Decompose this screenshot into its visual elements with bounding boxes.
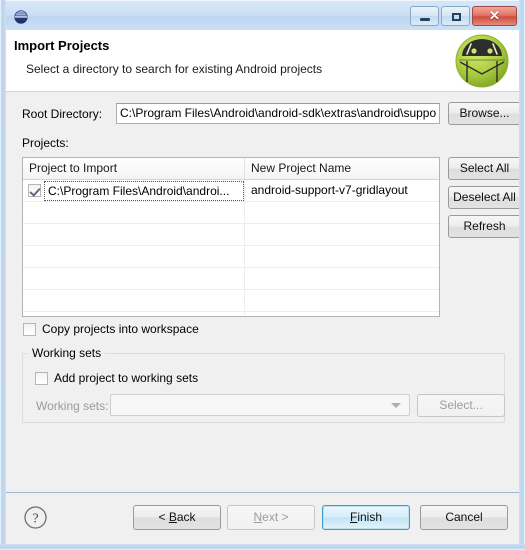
browse-button[interactable]: Browse... bbox=[448, 102, 521, 125]
maximize-button[interactable] bbox=[441, 6, 470, 26]
copy-projects-checkbox-row[interactable]: Copy projects into workspace bbox=[23, 322, 199, 336]
select-all-button[interactable]: Select All bbox=[448, 157, 521, 180]
title-bar[interactable]: ✕ bbox=[0, 0, 525, 31]
minimize-icon bbox=[420, 18, 430, 21]
copy-projects-label: Copy projects into workspace bbox=[42, 322, 199, 336]
cell-empty bbox=[245, 312, 439, 316]
close-button[interactable]: ✕ bbox=[472, 6, 517, 26]
page-subtitle: Select a directory to search for existin… bbox=[26, 62, 323, 76]
cell-empty bbox=[245, 268, 439, 289]
dialog-content: Root Directory: C:\Program Files\Android… bbox=[6, 92, 521, 492]
cell-project-to-import[interactable]: C:\Program Files\Android\androi... bbox=[23, 180, 245, 201]
table-row-empty[interactable] bbox=[23, 290, 439, 312]
cell-project-path-text: C:\Program Files\Android\androi... bbox=[44, 180, 244, 201]
minimize-button[interactable] bbox=[410, 6, 439, 26]
finish-button-mnemonic: F bbox=[349, 510, 358, 524]
window-controls: ✕ bbox=[410, 6, 517, 26]
root-directory-input[interactable]: C:\Program Files\Android\android-sdk\ext… bbox=[116, 103, 440, 124]
close-icon: ✕ bbox=[489, 8, 500, 23]
root-directory-label: Root Directory: bbox=[22, 107, 103, 121]
cell-empty bbox=[23, 202, 245, 223]
cell-empty bbox=[23, 312, 245, 316]
chevron-down-icon[interactable] bbox=[391, 403, 401, 408]
cancel-button[interactable]: Cancel bbox=[420, 505, 508, 530]
cell-empty bbox=[23, 246, 245, 267]
dialog-footer: ? < Back Next > Finish Cancel bbox=[6, 492, 519, 544]
cell-empty bbox=[245, 202, 439, 223]
next-button[interactable]: Next > bbox=[227, 505, 315, 530]
svg-text:?: ? bbox=[32, 512, 38, 527]
cell-empty bbox=[245, 224, 439, 245]
dialog-header: Import Projects Select a directory to se… bbox=[6, 30, 519, 92]
copy-projects-checkbox[interactable] bbox=[23, 322, 36, 336]
working-sets-label: Working sets: bbox=[36, 399, 109, 413]
projects-table[interactable]: Project to Import New Project Name C:\Pr… bbox=[22, 157, 440, 317]
page-title: Import Projects bbox=[14, 38, 110, 53]
add-project-to-working-sets-checkbox-row[interactable]: Add project to working sets bbox=[35, 371, 198, 385]
eclipse-globe-icon bbox=[13, 9, 29, 25]
refresh-button[interactable]: Refresh bbox=[448, 215, 521, 238]
android-robot-icon bbox=[453, 32, 511, 90]
deselect-all-button[interactable]: Deselect All bbox=[448, 186, 521, 209]
back-button-mnemonic: B bbox=[168, 510, 177, 524]
row-checkbox[interactable] bbox=[28, 184, 41, 197]
cell-empty bbox=[245, 246, 439, 267]
window-border-left bbox=[0, 0, 6, 550]
select-working-sets-button[interactable]: Select... bbox=[417, 394, 505, 417]
table-row[interactable]: C:\Program Files\Android\androi... andro… bbox=[23, 180, 439, 202]
table-row-empty[interactable] bbox=[23, 202, 439, 224]
column-header-new-project-name[interactable]: New Project Name bbox=[245, 158, 439, 179]
table-header-row: Project to Import New Project Name bbox=[23, 158, 439, 180]
table-row-empty[interactable] bbox=[23, 312, 439, 316]
import-projects-dialog: ✕ Import Projects Select a directory to … bbox=[0, 0, 525, 550]
cell-new-project-name[interactable]: android-support-v7-gridlayout bbox=[245, 180, 439, 201]
working-sets-combo[interactable] bbox=[110, 394, 410, 416]
column-header-project-to-import[interactable]: Project to Import bbox=[23, 158, 245, 179]
add-project-to-working-sets-label: Add project to working sets bbox=[54, 371, 199, 385]
maximize-icon bbox=[452, 13, 461, 21]
cell-empty bbox=[23, 268, 245, 289]
finish-button[interactable]: Finish bbox=[322, 505, 410, 530]
working-sets-group-title: Working sets bbox=[28, 346, 106, 360]
add-project-to-working-sets-checkbox[interactable] bbox=[35, 371, 48, 385]
cell-empty bbox=[23, 224, 245, 245]
window-border-bottom bbox=[0, 544, 525, 550]
cell-empty bbox=[245, 290, 439, 311]
table-row-empty[interactable] bbox=[23, 224, 439, 246]
cell-empty bbox=[23, 290, 245, 311]
help-question-icon[interactable]: ? bbox=[23, 505, 48, 530]
window-border-right bbox=[519, 0, 525, 550]
next-button-mnemonic: N bbox=[253, 510, 263, 524]
table-row-empty[interactable] bbox=[23, 246, 439, 268]
table-row-empty[interactable] bbox=[23, 268, 439, 290]
back-button[interactable]: < Back bbox=[133, 505, 221, 530]
projects-label: Projects: bbox=[22, 136, 69, 150]
